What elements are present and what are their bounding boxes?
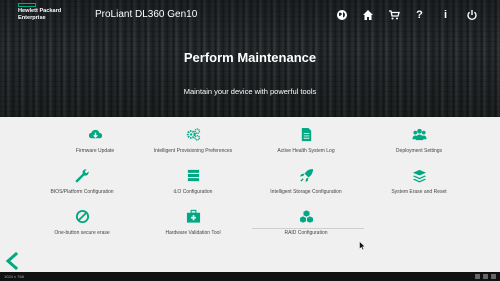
tool-raid-configuration[interactable]: RAID Configuration: [246, 208, 366, 238]
tool-deployment-settings[interactable]: Deployment Settings: [359, 126, 479, 156]
tool-label: Active Health System Log: [277, 148, 335, 154]
page-title: Perform Maintenance: [183, 50, 317, 65]
page-subtitle: Maintain your device with powerful tools: [183, 87, 317, 96]
row-divider: [252, 228, 364, 229]
tool-bios-platform-configuration[interactable]: BIOS/Platform Configuration: [22, 167, 142, 197]
document-icon: [301, 127, 311, 141]
tool-label: Intelligent Storage Configuration: [270, 189, 342, 195]
cubes-icon: [298, 209, 314, 223]
tools-panel: Firmware Update Intelligent Provisioning…: [0, 117, 500, 272]
taskbar: 1024 x 768: [0, 272, 500, 281]
rocket-icon: [299, 168, 313, 182]
tool-label: iLO Configuration: [173, 189, 213, 195]
cloud-download-icon: [88, 129, 102, 138]
taskbar-resolution: 1024 x 768: [4, 274, 24, 279]
medkit-icon: [186, 209, 200, 223]
tray-icon[interactable]: [475, 274, 480, 279]
tool-label: BIOS/Platform Configuration: [50, 189, 114, 195]
tool-label: One-button secure erase: [54, 230, 110, 236]
tool-intelligent-storage-configuration[interactable]: Intelligent Storage Configuration: [246, 167, 366, 197]
layers-icon: [412, 169, 426, 183]
tool-hardware-validation-tool[interactable]: Hardware Validation Tool: [133, 208, 253, 238]
tool-label: System Erase and Reset: [391, 189, 447, 195]
info-icon[interactable]: i: [439, 8, 452, 21]
ban-icon: [75, 209, 89, 223]
system-tray: [475, 274, 496, 279]
tool-one-button-secure-erase[interactable]: One-button secure erase: [22, 208, 142, 238]
server-icon: [187, 169, 199, 181]
logo-mark: [18, 3, 36, 7]
wrench-icon: [75, 168, 89, 182]
hpe-logo: Hewlett Packard Enterprise: [18, 3, 80, 25]
tool-intelligent-provisioning-preferences[interactable]: Intelligent Provisioning Preferences: [133, 126, 253, 156]
users-icon: [411, 128, 427, 140]
power-icon[interactable]: [465, 8, 478, 21]
tool-label: RAID Configuration: [284, 230, 328, 236]
top-bar: Hewlett Packard Enterprise ProLiant DL36…: [0, 0, 500, 30]
cart-icon[interactable]: [387, 8, 400, 21]
tool-label: Deployment Settings: [395, 148, 443, 154]
tool-label: Hardware Validation Tool: [165, 230, 221, 236]
tray-icon[interactable]: [483, 274, 488, 279]
top-icon-group: ? i: [335, 8, 478, 21]
gears-icon: [186, 127, 200, 141]
brand-line2: Enterprise: [18, 14, 46, 21]
mouse-cursor-icon: [359, 241, 366, 250]
tool-active-health-system-log[interactable]: Active Health System Log: [246, 126, 366, 156]
tray-icon[interactable]: [491, 274, 496, 279]
product-name: ProLiant DL360 Gen10: [95, 9, 198, 20]
tool-ilo-configuration[interactable]: iLO Configuration: [133, 167, 253, 197]
home-icon[interactable]: [361, 8, 374, 21]
tool-label: Intelligent Provisioning Preferences: [153, 148, 233, 154]
globe-icon[interactable]: [335, 8, 348, 21]
back-arrow-icon[interactable]: [5, 252, 19, 270]
hero-banner: Hewlett Packard Enterprise ProLiant DL36…: [0, 0, 500, 117]
tool-system-erase-and-reset[interactable]: System Erase and Reset: [359, 167, 479, 197]
help-icon[interactable]: ?: [413, 8, 426, 21]
